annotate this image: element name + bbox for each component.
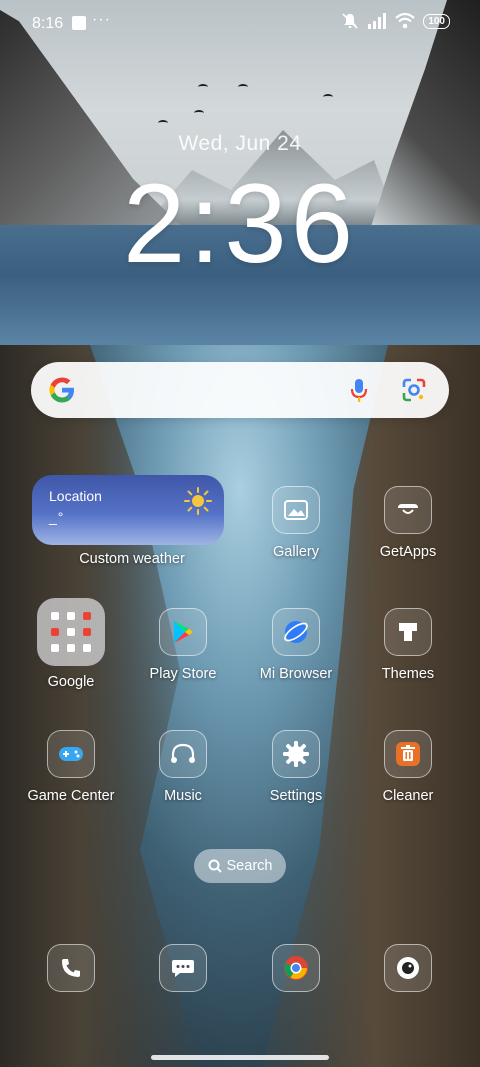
app-music[interactable]: Music	[128, 730, 238, 804]
google-folder-icon	[37, 598, 105, 666]
weather-widget[interactable]: Location _°	[32, 475, 224, 545]
folder-app-icon	[83, 612, 91, 620]
mi-browser-icon	[272, 608, 320, 656]
more-notifications-icon: ···	[92, 11, 111, 28]
folder-app-icon	[67, 612, 75, 620]
mic-icon[interactable]	[343, 374, 375, 406]
status-icons: 100	[341, 12, 450, 30]
folder-app-icon	[83, 644, 91, 652]
themes-icon	[384, 608, 432, 656]
weather-location: Location	[49, 488, 102, 504]
mute-icon	[342, 13, 358, 29]
app-search-button[interactable]: Search	[194, 849, 286, 883]
app-game-center[interactable]: Game Center	[16, 730, 126, 804]
status-time: 8:16	[32, 15, 64, 32]
app-label: Cleaner	[382, 788, 434, 804]
app-settings[interactable]: Settings	[241, 730, 351, 804]
app-gallery[interactable]: Gallery	[241, 486, 351, 560]
getapps-icon	[384, 486, 432, 534]
lockscreen-clock[interactable]: 2:36	[0, 162, 480, 285]
bird-icon	[323, 94, 333, 100]
wifi-icon	[395, 13, 416, 29]
phone-icon	[62, 959, 80, 977]
folder-app-icon	[67, 644, 75, 652]
bird-icon	[198, 84, 208, 90]
app-label: GetApps	[379, 544, 437, 560]
bird-icon	[158, 120, 168, 126]
dock-chrome[interactable]	[272, 944, 320, 992]
app-label: Gallery	[273, 544, 319, 560]
game-center-icon	[47, 730, 95, 778]
bird-icon	[194, 110, 204, 116]
chrome-icon	[284, 956, 308, 980]
settings-gear-icon	[272, 730, 320, 778]
app-getapps[interactable]: GetApps	[353, 486, 463, 560]
cleaner-icon	[384, 730, 432, 778]
bird-icon	[238, 84, 248, 90]
notification-icon	[72, 16, 86, 30]
folder-app-icon	[51, 628, 59, 636]
folder-google[interactable]: Google	[16, 598, 126, 690]
weather-widget-label: Custom weather	[79, 551, 185, 567]
folder-app-icon	[83, 628, 91, 636]
music-headphones-icon	[159, 730, 207, 778]
search-label: Search	[226, 858, 273, 874]
folder-app-icon	[51, 644, 59, 652]
app-mi-browser[interactable]: Mi Browser	[241, 608, 351, 682]
play-store-icon	[159, 608, 207, 656]
gallery-icon	[272, 486, 320, 534]
app-label: Game Center	[27, 788, 115, 804]
battery-icon: 100	[423, 13, 450, 29]
folder-app-icon	[51, 612, 59, 620]
dock-camera[interactable]	[384, 944, 432, 992]
app-label: Themes	[381, 666, 435, 682]
home-gesture-bar[interactable]	[151, 1055, 329, 1060]
app-themes[interactable]: Themes	[353, 608, 463, 682]
app-cleaner[interactable]: Cleaner	[353, 730, 463, 804]
app-label: Google	[47, 674, 95, 690]
dock-phone[interactable]	[47, 944, 95, 992]
signal-icon	[368, 13, 387, 29]
google-search-bar[interactable]	[31, 362, 449, 418]
folder-app-icon	[67, 628, 75, 636]
app-label: Mi Browser	[259, 666, 333, 682]
search-icon	[208, 859, 222, 873]
dock-messages[interactable]	[159, 944, 207, 992]
google-logo-icon	[49, 377, 74, 403]
app-label: Music	[164, 788, 202, 804]
messages-icon	[172, 960, 194, 977]
camera-icon	[397, 957, 419, 979]
app-play-store[interactable]: Play Store	[128, 608, 238, 682]
lockscreen-date: Wed, Jun 24	[178, 132, 302, 155]
sun-icon	[184, 487, 212, 515]
status-bar: 8:16 ··· 100	[0, 0, 480, 48]
app-label: Settings	[269, 788, 323, 804]
app-label: Play Store	[149, 666, 217, 682]
google-lens-icon[interactable]	[398, 374, 430, 406]
weather-temperature: _°	[49, 509, 65, 525]
